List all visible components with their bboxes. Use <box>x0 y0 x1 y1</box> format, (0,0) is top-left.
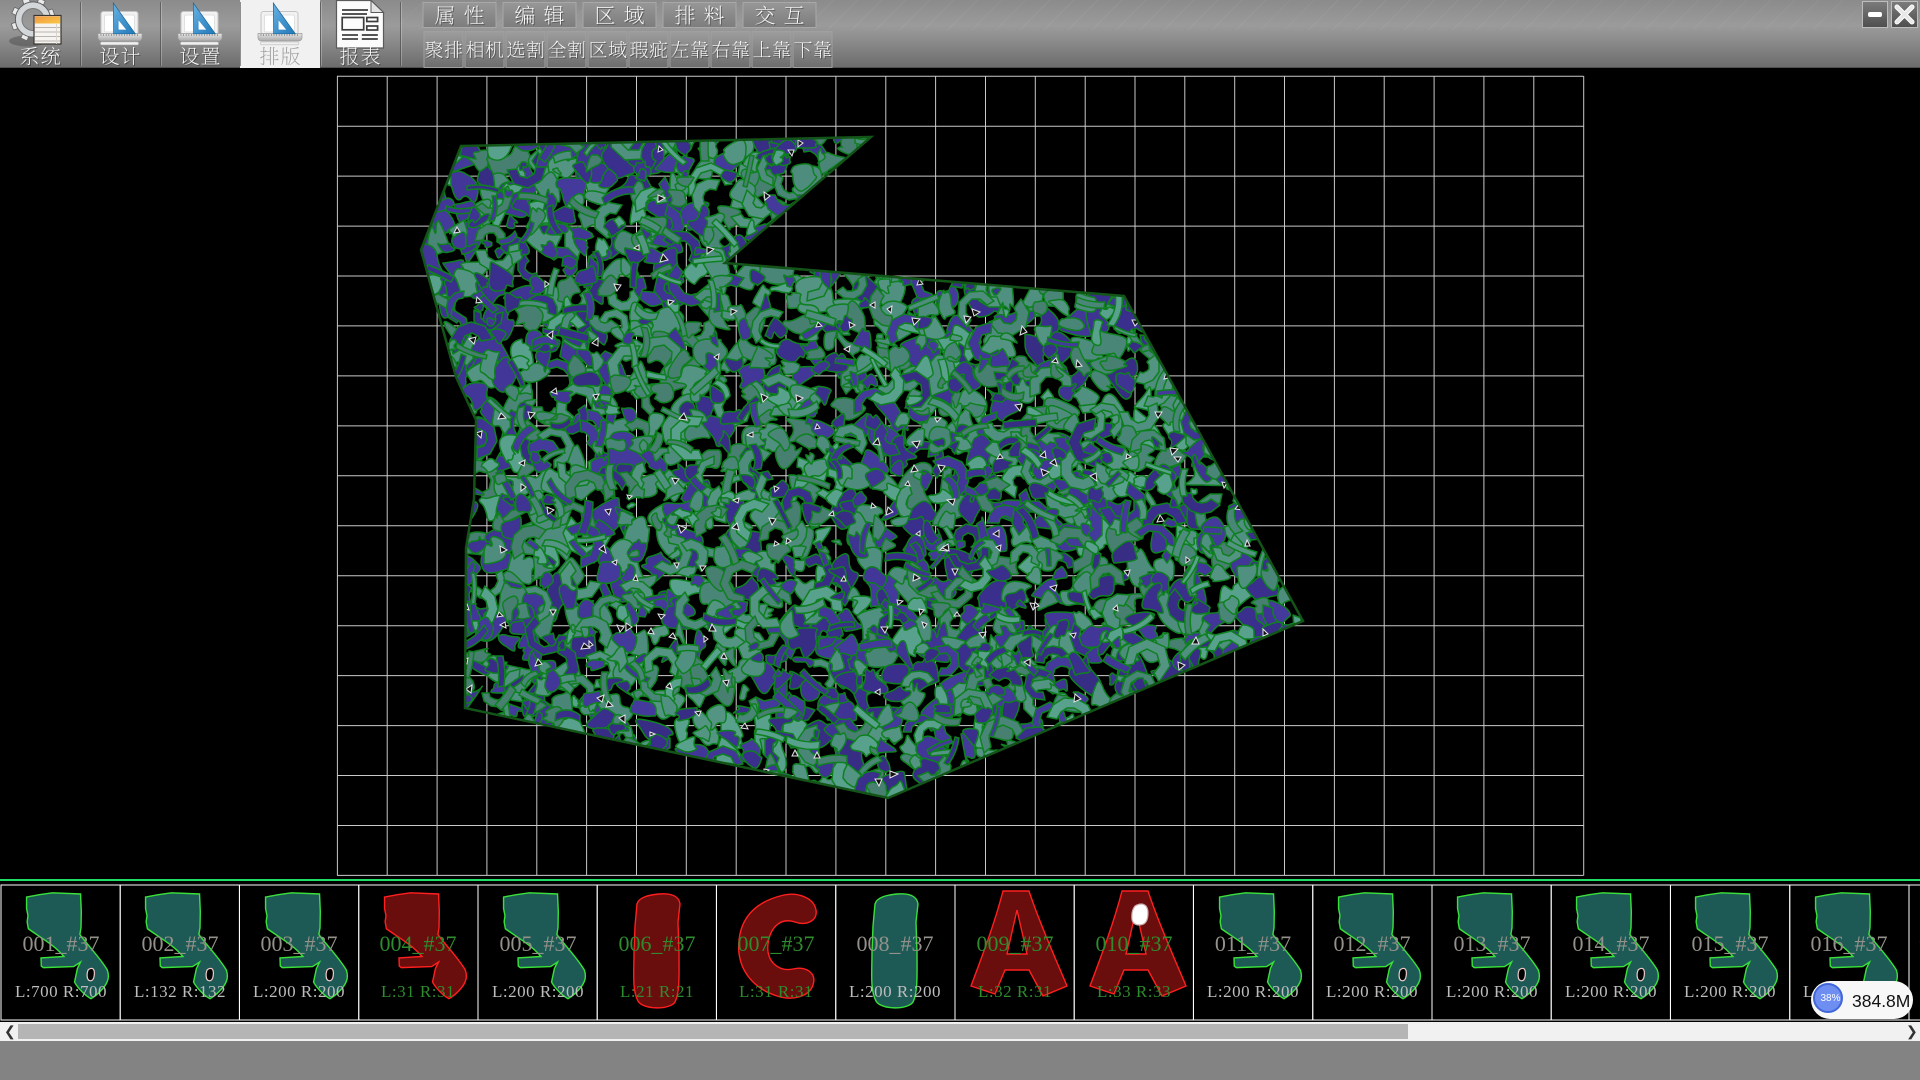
svg-text:002_#37: 002_#37 <box>142 931 219 956</box>
svg-text:L:32 R:31: L:32 R:31 <box>978 982 1052 1001</box>
svg-text:007_#37: 007_#37 <box>738 931 815 956</box>
svg-text:L:700 R:700: L:700 R:700 <box>15 982 107 1001</box>
svg-text:L:200 R:200: L:200 R:200 <box>1207 982 1299 1001</box>
svg-text:011_#37: 011_#37 <box>1215 931 1291 956</box>
svg-text:003_#37: 003_#37 <box>261 931 338 956</box>
svg-text:008_#37: 008_#37 <box>857 931 934 956</box>
svg-text:010_#37: 010_#37 <box>1096 931 1173 956</box>
svg-text:L:200 R:200: L:200 R:200 <box>253 982 345 1001</box>
svg-text:L:200 R:200: L:200 R:200 <box>1565 982 1657 1001</box>
svg-text:L:200 R:200: L:200 R:200 <box>1446 982 1538 1001</box>
svg-text:006_#37: 006_#37 <box>619 931 696 956</box>
svg-text:L:200 R:200: L:200 R:200 <box>492 982 584 1001</box>
svg-text:015_#37: 015_#37 <box>1692 931 1769 956</box>
svg-text:004_#37: 004_#37 <box>380 931 457 956</box>
svg-text:016_#37: 016_#37 <box>1811 931 1888 956</box>
svg-text:005_#37: 005_#37 <box>500 931 577 956</box>
svg-text:L:200 R:200: L:200 R:200 <box>1684 982 1776 1001</box>
svg-text:L:31 R:31: L:31 R:31 <box>739 982 813 1001</box>
svg-text:L:21 R:21: L:21 R:21 <box>620 982 694 1001</box>
svg-text:014_#37: 014_#37 <box>1573 931 1650 956</box>
svg-text:L:31 R:31: L:31 R:31 <box>381 982 455 1001</box>
svg-text:L:132 R:132: L:132 R:132 <box>134 982 226 1001</box>
svg-text:012_#37: 012_#37 <box>1334 931 1411 956</box>
svg-text:009_#37: 009_#37 <box>977 931 1054 956</box>
svg-text:L:200 R:200: L:200 R:200 <box>1326 982 1418 1001</box>
svg-text:L:33 R:33: L:33 R:33 <box>1097 982 1171 1001</box>
svg-text:L:200 R:200: L:200 R:200 <box>849 982 941 1001</box>
svg-text:001_#37: 001_#37 <box>23 931 100 956</box>
svg-text:013_#37: 013_#37 <box>1454 931 1531 956</box>
